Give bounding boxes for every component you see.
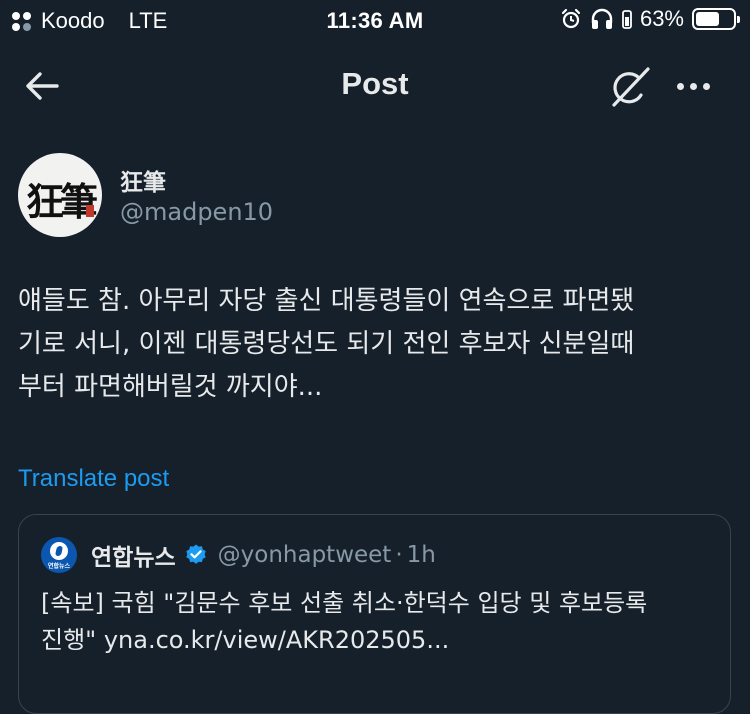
quote-author-handle[interactable]: @yonhaptweet — [218, 542, 392, 568]
headphones-icon — [591, 8, 613, 29]
translate-post-link[interactable]: Translate post — [18, 465, 169, 493]
arrow-left-icon — [26, 72, 59, 100]
quote-timestamp: 1h — [406, 542, 436, 568]
quote-avatar[interactable]: 연합뉴스 — [41, 537, 77, 573]
more-options-button[interactable] — [668, 64, 718, 108]
avatar-seal — [86, 205, 94, 217]
quote-separator: · — [395, 542, 403, 568]
grok-button[interactable] — [605, 62, 655, 112]
yonhap-logo-icon — [50, 542, 68, 560]
quote-text-line: 진행" yna.co.kr/view/AKR202505... — [41, 626, 450, 654]
quoted-post[interactable]: 연합뉴스 연합뉴스 @yonhaptweet · 1h [속보] 국힘 "김문수… — [18, 514, 731, 714]
avatar[interactable]: 狂筆 — [18, 153, 102, 237]
back-button[interactable] — [20, 64, 64, 108]
quote-text-line: [속보] 국힘 "김문수 후보 선출 취소·한덕수 입당 및 후보등록 — [41, 589, 648, 617]
verified-badge-icon — [185, 544, 206, 564]
battery-icon — [692, 8, 740, 30]
top-nav: Post — [0, 50, 750, 120]
post-author: 狂筆 狂筆 @madpen10 — [18, 153, 718, 243]
quote-text: [속보] 국힘 "김문수 후보 선출 취소·한덕수 입당 및 후보등록 진행" … — [41, 585, 706, 659]
post-text-line: 부터 파면해버릴것 까지야... — [18, 372, 323, 402]
battery-fill — [696, 12, 719, 26]
avatar-calligraphy: 狂筆 — [25, 179, 98, 224]
author-display-name[interactable]: 狂筆 — [120, 163, 166, 197]
battery-small-icon — [622, 10, 632, 29]
status-right: 63% — [560, 6, 740, 32]
quote-author-name[interactable]: 연합뉴스 — [91, 538, 176, 572]
alarm-icon — [561, 8, 581, 29]
more-horizontal-icon — [676, 82, 684, 90]
post-text-line: 기로 서니, 이젠 대통령당선도 되기 전인 후보자 신분일때 — [18, 329, 635, 359]
author-handle[interactable]: @madpen10 — [120, 198, 273, 226]
quoted-post-header: 연합뉴스 연합뉴스 @yonhaptweet · 1h — [41, 537, 436, 573]
status-bar: Koodo LTE 11:36 AM 63% — [0, 0, 750, 40]
battery-percent: 63% — [639, 6, 684, 31]
grok-icon — [612, 67, 650, 107]
quote-avatar-text: 연합뉴스 — [47, 563, 71, 570]
post-text: 얘들도 참. 아무리 자당 출신 대통령들이 연속으로 파면됐 기로 서니, 이… — [18, 280, 733, 409]
post-text-line: 얘들도 참. 아무리 자당 출신 대통령들이 연속으로 파면됐 — [18, 286, 635, 316]
